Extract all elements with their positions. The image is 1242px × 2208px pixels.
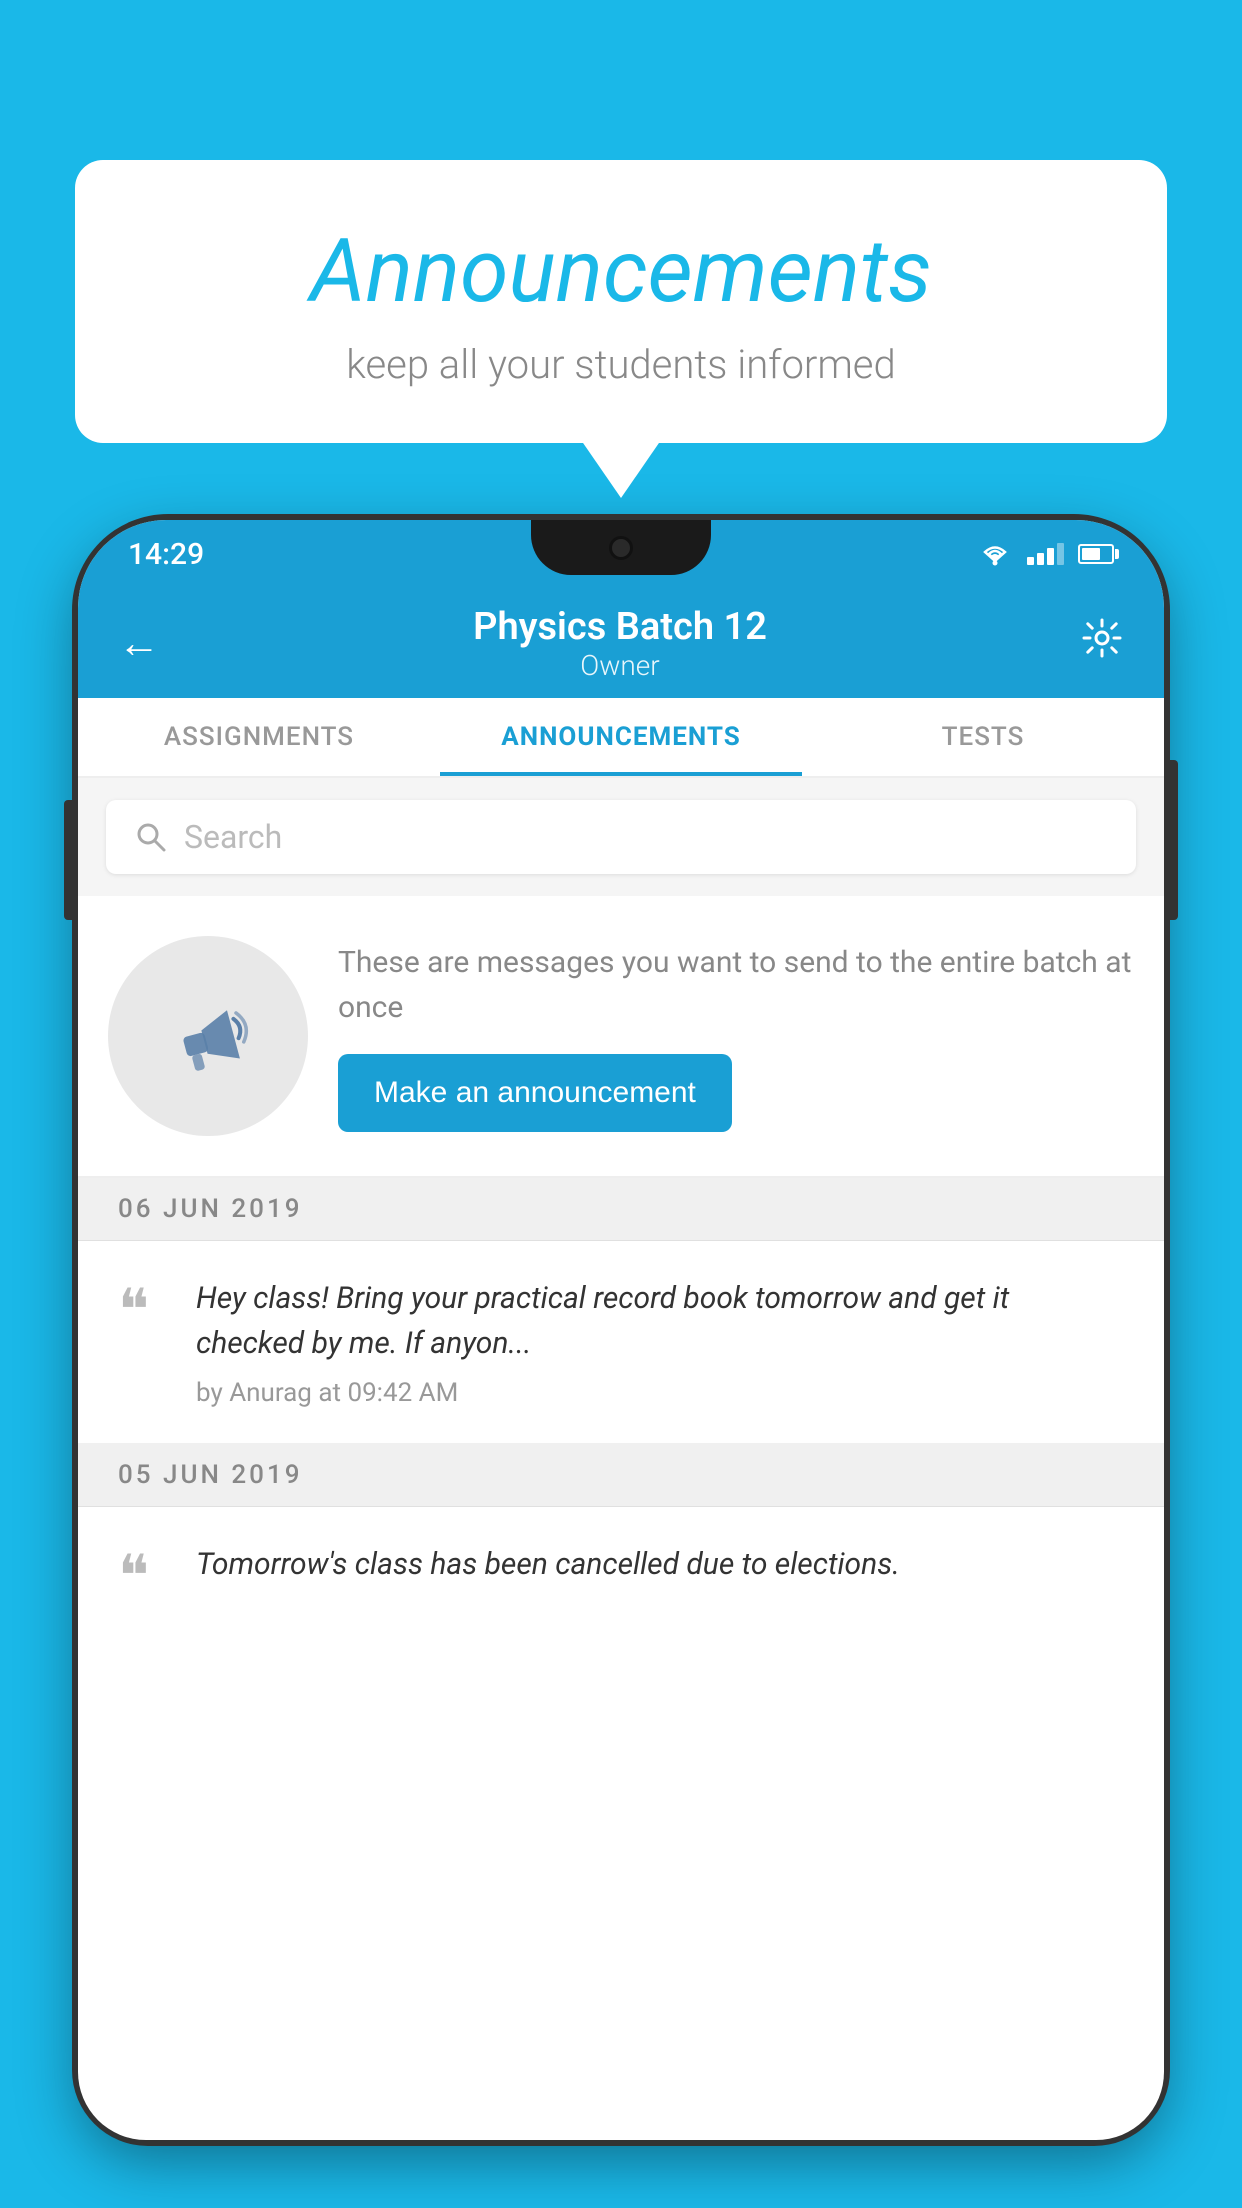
megaphone-icon bbox=[153, 981, 263, 1091]
search-icon bbox=[134, 820, 168, 854]
status-icons bbox=[977, 541, 1114, 567]
promo-description: These are messages you want to send to t… bbox=[338, 940, 1134, 1030]
quote-icon-1: ❝ bbox=[118, 1282, 168, 1340]
phone-device: 14:29 bbox=[78, 520, 1164, 2140]
search-container: Search bbox=[78, 778, 1164, 896]
announcement-item-1[interactable]: ❝ Hey class! Bring your practical record… bbox=[78, 1241, 1164, 1444]
tabs-bar: ASSIGNMENTS ANNOUNCEMENTS TESTS bbox=[78, 698, 1164, 778]
settings-icon[interactable] bbox=[1080, 616, 1124, 671]
speech-bubble-title: Announcements bbox=[135, 220, 1107, 323]
battery-fill bbox=[1082, 548, 1100, 560]
signal-icon bbox=[1027, 543, 1064, 565]
battery-icon bbox=[1078, 544, 1114, 564]
promo-right: These are messages you want to send to t… bbox=[338, 940, 1134, 1132]
speech-bubble-container: Announcements keep all your students inf… bbox=[75, 160, 1167, 443]
phone-screen: 14:29 bbox=[78, 520, 1164, 2140]
app-bar-title: Physics Batch 12 bbox=[473, 605, 767, 649]
tab-assignments[interactable]: ASSIGNMENTS bbox=[78, 698, 440, 776]
announcement-text-2: Tomorrow's class has been cancelled due … bbox=[196, 1542, 1124, 1587]
search-bar[interactable]: Search bbox=[106, 800, 1136, 874]
tab-tests[interactable]: TESTS bbox=[802, 698, 1164, 776]
search-placeholder: Search bbox=[184, 818, 282, 856]
speech-bubble-subtitle: keep all your students informed bbox=[135, 341, 1107, 388]
announcement-text-1: Hey class! Bring your practical record b… bbox=[196, 1276, 1124, 1366]
app-bar-title-area: Physics Batch 12 Owner bbox=[473, 605, 767, 682]
tab-announcements[interactable]: ANNOUNCEMENTS bbox=[440, 698, 802, 776]
status-time: 14:29 bbox=[128, 537, 204, 572]
back-button[interactable]: ← bbox=[118, 619, 160, 668]
speech-bubble: Announcements keep all your students inf… bbox=[75, 160, 1167, 443]
announcement-content-1: Hey class! Bring your practical record b… bbox=[196, 1276, 1124, 1408]
announcement-content-2: Tomorrow's class has been cancelled due … bbox=[196, 1542, 1124, 1599]
announcement-promo: These are messages you want to send to t… bbox=[78, 896, 1164, 1178]
app-bar: ← Physics Batch 12 Owner bbox=[78, 588, 1164, 698]
date-separator-2: 05 JUN 2019 bbox=[78, 1444, 1164, 1507]
app-bar-subtitle: Owner bbox=[473, 649, 767, 682]
content-area: Search bbox=[78, 778, 1164, 1626]
announcement-item-2[interactable]: ❝ Tomorrow's class has been cancelled du… bbox=[78, 1507, 1164, 1626]
front-camera bbox=[609, 536, 633, 560]
phone-notch bbox=[531, 520, 711, 575]
date-separator-1: 06 JUN 2019 bbox=[78, 1178, 1164, 1241]
make-announcement-button[interactable]: Make an announcement bbox=[338, 1054, 732, 1132]
phone-container: 14:29 bbox=[78, 520, 1164, 2208]
wifi-icon bbox=[977, 541, 1013, 567]
quote-icon-2: ❝ bbox=[118, 1548, 168, 1606]
announcement-meta-1: by Anurag at 09:42 AM bbox=[196, 1378, 1124, 1408]
promo-icon-circle bbox=[108, 936, 308, 1136]
